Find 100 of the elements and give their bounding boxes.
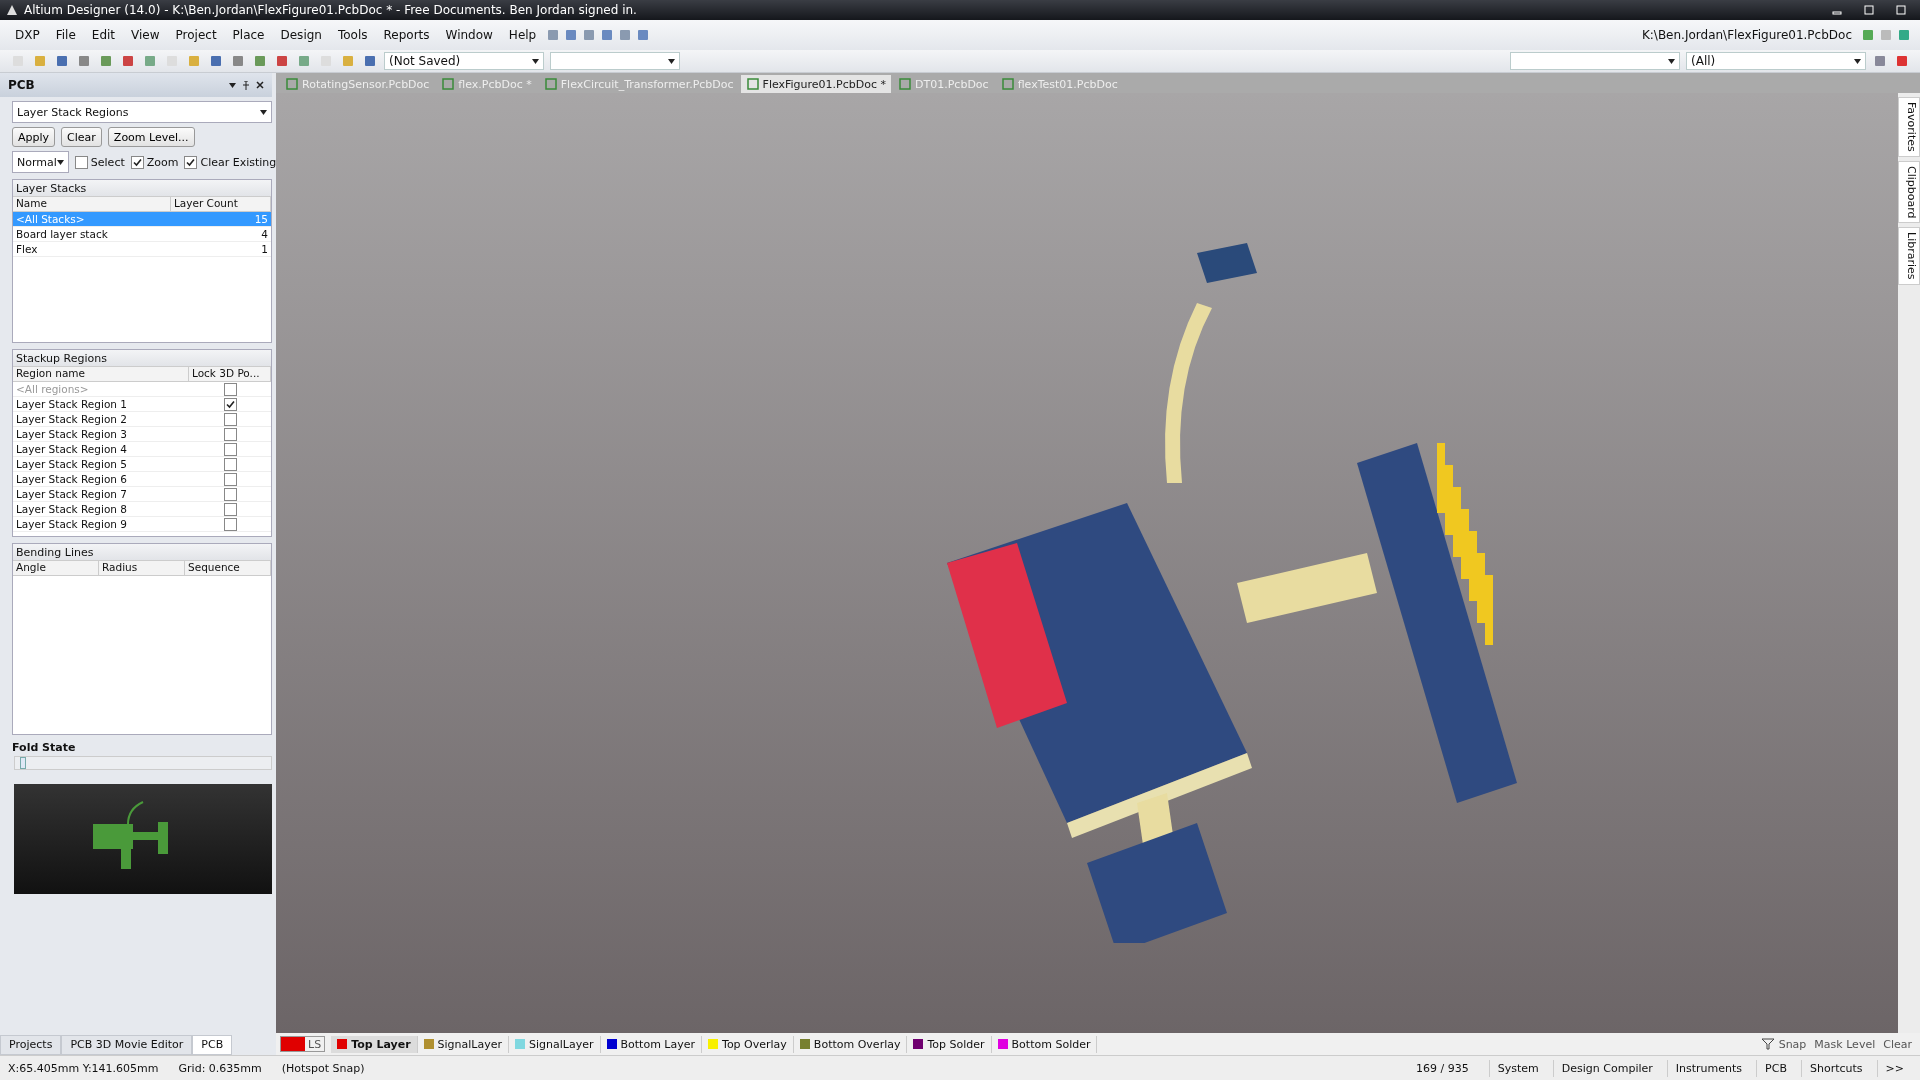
layer-tool-button[interactable]: Clear — [1879, 1037, 1916, 1051]
project-path[interactable]: K:\Ben.Jordan\FlexFigure01.PcbDoc — [1635, 26, 1858, 44]
lock-checkbox[interactable] — [223, 487, 237, 501]
table-row[interactable]: Layer Stack Region 5 — [13, 457, 271, 472]
toolbar-icon[interactable] — [98, 53, 114, 69]
toolbar-icon[interactable] — [274, 53, 290, 69]
lock-checkbox[interactable] — [223, 442, 237, 456]
lock-checkbox[interactable] — [223, 517, 237, 531]
status-panel-button[interactable]: System — [1488, 1059, 1547, 1077]
status-panel-button[interactable]: Shortcuts — [1800, 1059, 1871, 1077]
toolbar-icon[interactable] — [1894, 53, 1910, 69]
column-header[interactable]: Angle — [13, 561, 99, 575]
status-panel-button[interactable]: Design Compiler — [1552, 1059, 1661, 1077]
toolbar-icon[interactable] — [252, 53, 268, 69]
document-tab[interactable]: FlexFigure01.PcbDoc * — [740, 75, 892, 93]
filter-dropdown[interactable]: (All) — [1686, 52, 1866, 70]
layer-tab[interactable]: Bottom Layer — [600, 1035, 703, 1053]
menu-item[interactable]: Window — [438, 25, 500, 45]
lock-checkbox[interactable] — [223, 502, 237, 516]
toolbar-icon[interactable] — [120, 53, 136, 69]
variant-dropdown[interactable]: (Not Saved) — [384, 52, 544, 70]
filter-icon[interactable] — [1760, 1038, 1775, 1050]
dropdown[interactable] — [1510, 52, 1680, 70]
menu-item[interactable]: Help — [501, 25, 544, 45]
layer-tab[interactable]: Top Solder — [907, 1035, 992, 1053]
menu-item[interactable]: Design — [273, 25, 329, 45]
layer-tool-button[interactable]: Mask Level — [1810, 1037, 1880, 1051]
panel-button[interactable]: Clear — [61, 127, 102, 147]
layer-set-button[interactable]: LS — [280, 1036, 326, 1052]
status-panel-button[interactable]: Instruments — [1666, 1059, 1751, 1077]
view-mode-dropdown[interactable]: Normal — [12, 151, 69, 173]
lock-checkbox[interactable] — [223, 457, 237, 471]
column-header[interactable]: Radius — [99, 561, 185, 575]
menu-item[interactable]: View — [124, 25, 167, 45]
side-panel-tab[interactable]: Libraries — [1898, 227, 1920, 285]
dropdown[interactable] — [550, 52, 680, 70]
table-row[interactable]: Layer Stack Region 9 — [13, 517, 271, 532]
lock-checkbox[interactable] — [223, 472, 237, 486]
table-row[interactable]: Layer Stack Region 3 — [13, 427, 271, 442]
layer-tool-button[interactable]: Snap — [1774, 1037, 1811, 1051]
window-title: Altium Designer (14.0) - K:\Ben.Jordan\FlexFigure01.PcbDoc * - Free Documents. Ben Jordan signed in. — [24, 3, 638, 17]
panel-tab[interactable]: PCB — [192, 1035, 233, 1055]
side-panel-tab[interactable]: Favorites — [1898, 97, 1920, 157]
status-panel-button[interactable]: PCB — [1756, 1059, 1795, 1077]
toolbar-icon[interactable] — [32, 53, 48, 69]
menu-item[interactable]: Reports — [376, 25, 437, 45]
menu-item[interactable]: Tools — [330, 25, 375, 45]
table-row[interactable]: Layer Stack Region 2 — [13, 412, 271, 427]
toolbar-icon[interactable] — [1872, 53, 1888, 69]
menu-item[interactable]: Edit — [84, 25, 123, 45]
option-checkbox[interactable]: Zoom — [130, 155, 179, 169]
toolbar-icon[interactable] — [186, 53, 202, 69]
table-row[interactable]: Board layer stack 4 — [13, 227, 271, 242]
panel-tab[interactable]: Projects — [0, 1035, 62, 1055]
table-row[interactable]: Layer Stack Region 4 — [13, 442, 271, 457]
pcb-document-icon — [543, 77, 558, 91]
status-panel-button[interactable]: >> — [1876, 1059, 1912, 1077]
lock-checkbox[interactable] — [223, 412, 237, 426]
lock-checkbox[interactable] — [223, 427, 237, 441]
panel-tab[interactable]: PCB 3D Movie Editor — [61, 1035, 193, 1055]
lock-checkbox[interactable] — [223, 397, 237, 411]
option-checkbox[interactable]: Select — [74, 155, 125, 169]
toolbar-icon[interactable] — [142, 53, 158, 69]
cursor-coordinates: X:65.405mm Y:141.605mm — [8, 1061, 159, 1075]
toolbar-icon[interactable] — [340, 53, 356, 69]
toolbar-icon[interactable] — [1896, 27, 1912, 43]
layer-tab[interactable]: SignalLayer — [509, 1035, 601, 1053]
toolbar-icon[interactable] — [362, 53, 378, 69]
side-panel-tab[interactable]: Clipboard — [1898, 160, 1920, 224]
toolbar-icon[interactable] — [296, 53, 312, 69]
layer-tab[interactable]: SignalLayer — [417, 1035, 510, 1053]
column-header[interactable]: Sequence — [185, 561, 271, 575]
mode-dropdown[interactable]: Layer Stack Regions — [12, 101, 272, 123]
layer-tab[interactable]: Top Layer — [331, 1035, 418, 1053]
panel-button[interactable]: Apply — [12, 127, 56, 147]
menu-item[interactable]: DXP — [8, 25, 47, 45]
column-header[interactable]: Name — [13, 197, 171, 211]
menu-item[interactable]: Place — [225, 25, 272, 45]
column-header[interactable]: Layer Count — [171, 197, 271, 211]
panel-button[interactable]: Zoom Level... — [107, 127, 195, 147]
pin-icon[interactable] — [242, 80, 250, 90]
table-row[interactable]: Layer Stack Region 1 — [13, 397, 271, 412]
layer-tab[interactable]: Bottom Overlay — [793, 1035, 908, 1053]
table-row[interactable]: Layer Stack Region 8 — [13, 502, 271, 517]
slider-thumb[interactable] — [20, 757, 27, 769]
table-row[interactable]: Flex 1 — [13, 242, 271, 257]
menu-item[interactable]: File — [48, 25, 83, 45]
toolbar-icon[interactable] — [76, 53, 92, 69]
toolbar-icon[interactable] — [230, 53, 246, 69]
toolbar-icon[interactable] — [54, 53, 70, 69]
toolbar-icon[interactable] — [1860, 27, 1876, 43]
table-row[interactable]: Layer Stack Region 7 — [13, 487, 271, 502]
toolbar-icon[interactable] — [208, 53, 224, 69]
layer-tab[interactable]: Top Overlay — [702, 1035, 794, 1053]
option-checkbox[interactable]: Clear Existing — [184, 155, 277, 169]
menu-item[interactable]: Project — [168, 25, 224, 45]
column-header[interactable]: Lock 3D Po... — [189, 367, 271, 381]
layer-tab[interactable]: Bottom Solder — [991, 1035, 1098, 1053]
column-header[interactable]: Region name — [13, 367, 189, 381]
table-row[interactable]: Layer Stack Region 6 — [13, 472, 271, 487]
